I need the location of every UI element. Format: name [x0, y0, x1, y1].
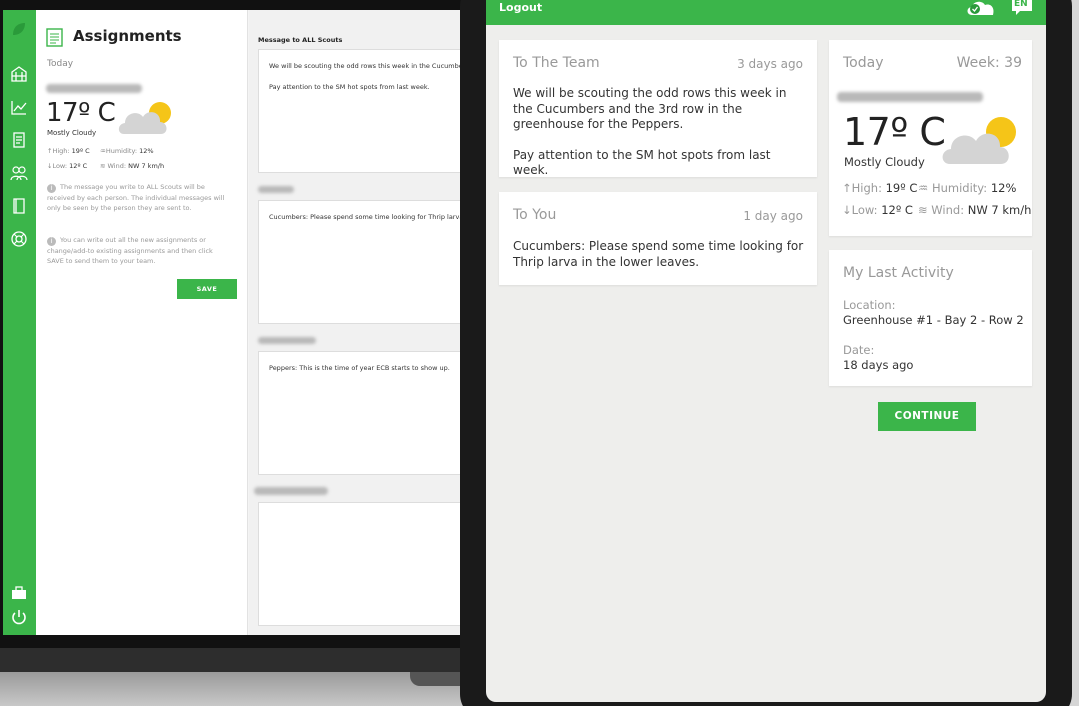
wind: ≋ Wind: NW 7 km/h [100, 162, 165, 170]
info-note-assignments: i You can write out all the new assignmen… [47, 236, 213, 265]
assignments-icon[interactable] [10, 131, 28, 149]
last-activity-card: My Last Activity Location: Greenhouse #1… [829, 250, 1032, 386]
scout-message-text: Cucumbers: Please spend some time lookin… [269, 213, 463, 221]
laptop-hinge [0, 648, 470, 672]
book-icon[interactable] [10, 197, 28, 215]
weather-card: Today Week: 39 17º C Mostly Cloudy ↑High… [829, 40, 1032, 236]
all-scouts-line-2: Pay attention to the SM hot spots from l… [269, 83, 430, 91]
language-label: EN [1014, 0, 1028, 9]
scout-message-field[interactable] [258, 502, 463, 626]
team-message-body: We will be scouting the odd rows this we… [513, 86, 795, 179]
briefcase-icon[interactable] [10, 584, 28, 602]
week-number: Week: 39 [956, 55, 1022, 71]
redacted-location [837, 92, 983, 102]
info-icon: i [47, 237, 56, 246]
weather-condition: Mostly Cloudy [47, 129, 97, 137]
temperature: 17º C [843, 110, 946, 154]
partly-cloudy-icon [942, 117, 1016, 164]
redacted-scout-name [254, 487, 328, 495]
info-note-all-scouts: i The message you write to ALL Scouts wil… [47, 183, 225, 212]
laptop-sidebar [3, 10, 36, 635]
logout-button[interactable]: Logout [499, 1, 542, 14]
info-icon: i [47, 184, 56, 193]
location-value: Greenhouse #1 - Bay 2 - Row 2 [843, 313, 1024, 327]
laptop-keyboard-deck [0, 672, 470, 706]
tablet-screen: Logout EN To The Team 3 days ago We will… [486, 0, 1046, 702]
message-time: 3 days ago [737, 57, 803, 71]
card-title: Today [843, 55, 884, 71]
laptop-screen: Assignments Today 17º C Mostly Cloudy ↑H… [3, 10, 463, 635]
leaf-logo-icon [13, 23, 25, 35]
save-button[interactable]: SAVE [177, 279, 237, 299]
cloud-sync-icon[interactable] [964, 0, 998, 16]
message-time: 1 day ago [743, 209, 803, 223]
scout-message-text: Peppers: This is the time of year ECB st… [269, 364, 450, 372]
location-label: Location: [843, 298, 896, 312]
team-message-card: To The Team 3 days ago We will be scouti… [499, 40, 817, 177]
scout-message-field[interactable]: Cucumbers: Please spend some time lookin… [258, 200, 463, 324]
greenhouse-icon[interactable] [10, 65, 28, 83]
support-icon[interactable] [10, 230, 28, 248]
weather-condition: Mostly Cloudy [844, 155, 925, 169]
team-message-line-1: We will be scouting the odd rows this we… [513, 86, 787, 131]
all-scouts-line-1: We will be scouting the odd rows this we… [269, 62, 463, 70]
team-icon[interactable] [10, 164, 28, 182]
redacted-scout-name [258, 337, 316, 344]
card-title: My Last Activity [843, 265, 954, 281]
continue-button[interactable]: CONTINUE [878, 402, 976, 431]
low-temp: ↓Low: 12º C [842, 203, 913, 217]
team-message-line-2: Pay attention to the SM hot spots from l… [513, 147, 771, 178]
card-title: To You [513, 207, 557, 223]
scout-message-field[interactable]: Peppers: This is the time of year ECB st… [258, 351, 463, 475]
messages-area: Message to ALL Scouts We will be scoutin… [249, 10, 463, 635]
date-value: 18 days ago [843, 358, 914, 372]
high-temp: ↑High: 19º C [47, 147, 90, 155]
clipboard-icon [46, 28, 63, 47]
humidity: ♒Humidity: 12% [100, 147, 154, 155]
chart-icon[interactable] [10, 98, 28, 116]
partly-cloudy-icon [118, 102, 171, 134]
page-title: Assignments [73, 27, 182, 45]
high-temp: ↑High: 19º C [842, 181, 918, 195]
app-header: Logout EN [486, 0, 1046, 25]
language-selector[interactable]: EN [1011, 0, 1033, 16]
power-icon[interactable] [10, 608, 28, 626]
today-label: Today [47, 59, 74, 69]
all-scouts-message-field[interactable]: We will be scouting the odd rows this we… [258, 49, 463, 173]
card-title: To The Team [513, 55, 600, 71]
temperature: 17º C [46, 98, 116, 128]
redacted-scout-name [258, 186, 294, 193]
assignments-panel: Assignments Today 17º C Mostly Cloudy ↑H… [36, 10, 248, 635]
humidity: ♒ Humidity: 12% [918, 181, 1017, 195]
low-temp: ↓Low: 12º C [47, 162, 88, 170]
all-scouts-label: Message to ALL Scouts [258, 36, 343, 44]
personal-message-body: Cucumbers: Please spend some time lookin… [513, 239, 804, 269]
wind: ≋ Wind: NW 7 km/h [918, 203, 1032, 217]
redacted-location [46, 84, 142, 93]
personal-message-card: To You 1 day ago Cucumbers: Please spend… [499, 192, 817, 285]
date-label: Date: [843, 343, 875, 357]
